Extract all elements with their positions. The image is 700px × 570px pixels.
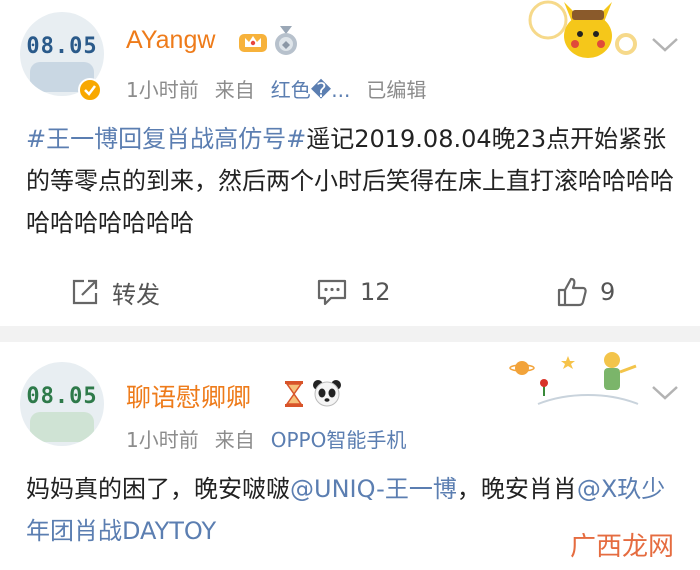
post-source[interactable]: OPPO智能手机 <box>271 428 407 452</box>
avatar-text: 08.05 <box>26 384 98 409</box>
panda-icon[interactable] <box>312 378 342 408</box>
like-button[interactable]: 9 <box>556 262 615 322</box>
comment-button[interactable]: 12 <box>316 262 391 322</box>
hourglass-icon[interactable] <box>283 380 305 408</box>
post-time: 1小时前 <box>126 78 199 102</box>
username[interactable]: 聊语慰卿卿 <box>126 378 251 414</box>
avatar[interactable]: 08.05 <box>20 362 104 446</box>
avatar-figure <box>30 412 94 442</box>
repost-button[interactable]: 转发 <box>70 262 160 322</box>
edited-label: 已编辑 <box>366 78 427 102</box>
post-source[interactable]: 红色�... <box>271 78 351 102</box>
chevron-down-icon[interactable] <box>650 382 680 402</box>
avatar-text: 08.05 <box>26 34 98 59</box>
source-prefix: 来自 <box>214 428 255 452</box>
pikachu-card-skin-decoration <box>528 0 640 64</box>
feed-separator <box>0 326 700 342</box>
little-prince-card-skin-decoration <box>508 346 640 410</box>
post-meta: 1小时前 来自 OPPO智能手机 <box>126 424 422 453</box>
post-text: #王一博回复肖战高仿号#遥记2019.08.04晚23点开始紧张的等零点的到来，… <box>26 118 686 244</box>
username[interactable]: AYangw <box>126 26 215 55</box>
repost-icon <box>72 279 98 305</box>
medal-icon[interactable] <box>272 26 300 56</box>
post-time: 1小时前 <box>126 428 199 452</box>
repost-label: 转发 <box>112 280 160 309</box>
like-icon <box>557 277 587 307</box>
post-meta: 1小时前 来自 红色�... 已编辑 <box>126 74 442 103</box>
crown-icon[interactable] <box>238 28 268 54</box>
post-body-part2: ，晚安肖肖 <box>456 475 577 503</box>
comment-count: 12 <box>360 278 391 306</box>
watermark-logo: 广西龙网 <box>570 532 675 562</box>
mention-link[interactable]: @UNIQ-王一博 <box>290 475 457 503</box>
chevron-down-icon[interactable] <box>650 34 680 54</box>
verified-icon <box>78 78 102 102</box>
comment-icon <box>317 279 347 306</box>
post-card-1: 08.05 AYangw 1小时前 来自 红色�... 已编辑 #王一博回复肖战高仿号… <box>0 0 700 326</box>
source-prefix: 来自 <box>214 78 255 102</box>
hashtag-link[interactable]: #王一博回复肖战高仿号# <box>26 125 306 153</box>
like-count: 9 <box>600 278 616 306</box>
action-bar: 转发 12 9 <box>0 262 700 322</box>
post-body-part1: 妈妈真的困了，晚安啵啵 <box>26 475 290 503</box>
